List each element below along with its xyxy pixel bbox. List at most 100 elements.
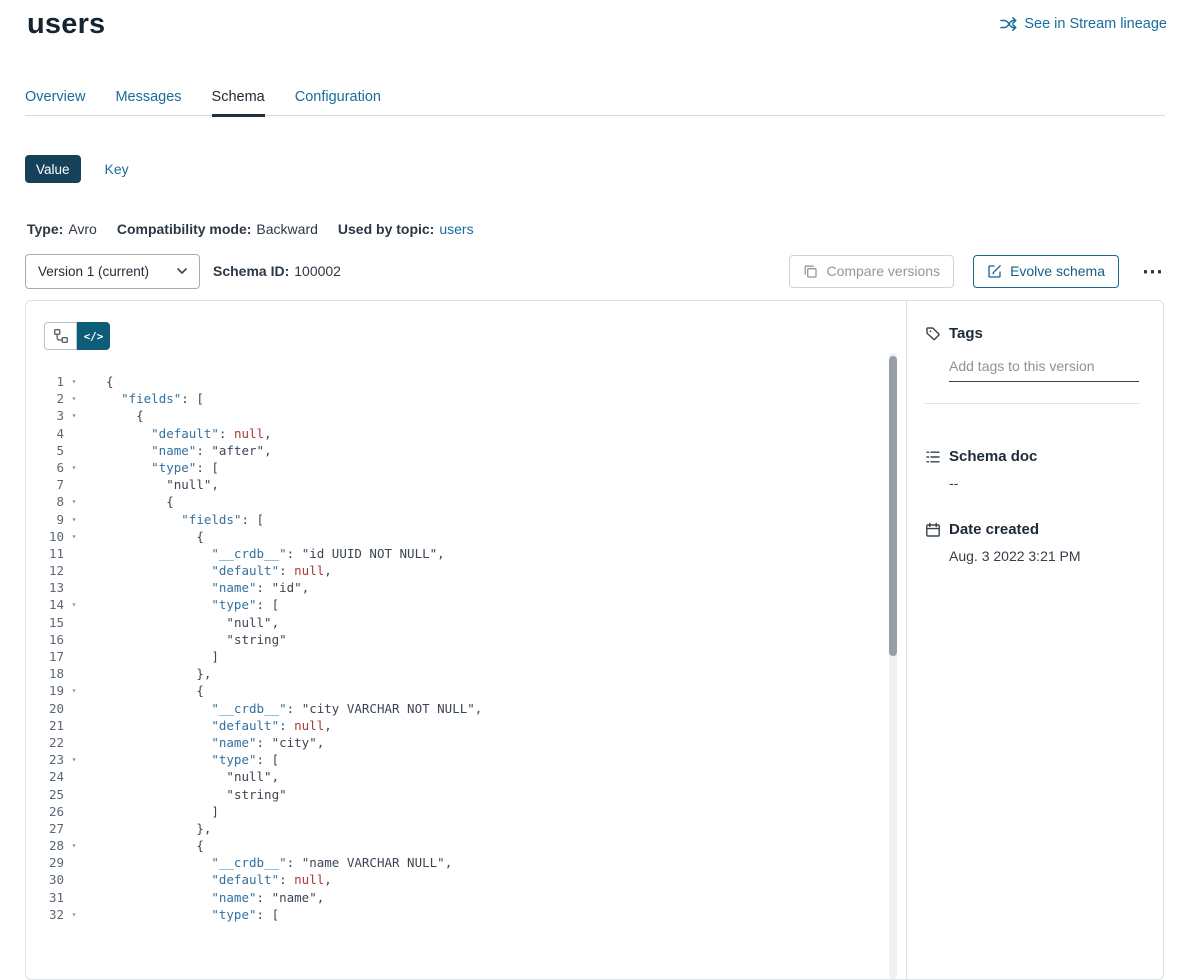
tab-schema[interactable]: Schema [212, 89, 265, 117]
line-number: 8 [26, 493, 64, 510]
date-created-section: Date created Aug. 3 2022 3:21 PM [925, 521, 1139, 564]
code-text: "__crdb__": "name VARCHAR NULL", [81, 854, 452, 871]
code-text: "__crdb__": "city VARCHAR NOT NULL", [81, 700, 482, 717]
code-line: 9▾ "fields": [ [26, 511, 886, 528]
fold-spacer [67, 820, 81, 837]
fold-spacer [67, 854, 81, 871]
stream-lineage-label: See in Stream lineage [1024, 16, 1167, 32]
fold-toggle-icon[interactable]: ▾ [67, 407, 81, 424]
code-line: 18 }, [26, 665, 886, 682]
fold-toggle-icon[interactable]: ▾ [67, 682, 81, 699]
fold-toggle-icon[interactable]: ▾ [67, 511, 81, 528]
version-bar-actions: Compare versions Evolve schema ⋯ [789, 255, 1167, 288]
fold-spacer [67, 648, 81, 665]
tab-overview[interactable]: Overview [25, 89, 85, 117]
compatibility-mode-label: Compatibility mode: [117, 221, 252, 237]
code-text: "string" [81, 786, 287, 803]
fold-spacer [67, 425, 81, 442]
code-text: "name": "name", [81, 889, 324, 906]
code-lines: 1▾{2▾ "fields": [3▾ {4 "default": null,5… [26, 373, 886, 923]
code-view-button[interactable]: </> [77, 322, 110, 350]
line-number: 31 [26, 889, 64, 906]
fold-spacer [67, 786, 81, 803]
schema-code-editor: </> 1▾{2▾ "fields": [3▾ {4 "default": nu… [26, 301, 907, 979]
compare-versions-icon [803, 264, 818, 279]
tree-view-button[interactable] [44, 322, 77, 350]
schema-doc-heading-label: Schema doc [949, 448, 1037, 465]
code-view-icon: </> [84, 330, 104, 343]
evolve-schema-icon [987, 264, 1002, 279]
code-line: 13 "name": "id", [26, 579, 886, 596]
code-line: 25 "string" [26, 786, 886, 803]
code-line: 1▾{ [26, 373, 886, 390]
line-number: 24 [26, 768, 64, 785]
line-number: 19 [26, 682, 64, 699]
tab-configuration[interactable]: Configuration [295, 89, 381, 117]
code-line: 4 "default": null, [26, 425, 886, 442]
schema-part-toggle: Value Key [25, 155, 129, 183]
key-toggle-button[interactable]: Key [105, 161, 129, 177]
tags-input[interactable] [949, 358, 1139, 382]
value-toggle-button[interactable]: Value [25, 155, 81, 183]
line-number: 20 [26, 700, 64, 717]
code-text: { [81, 837, 204, 854]
code-text: "fields": [ [81, 511, 264, 528]
scrollbar-track [889, 353, 897, 979]
stream-lineage-link[interactable]: See in Stream lineage [1000, 16, 1167, 32]
code-line: 27 }, [26, 820, 886, 837]
fold-spacer [67, 665, 81, 682]
code-text: "type": [ [81, 751, 279, 768]
line-number: 25 [26, 786, 64, 803]
line-number: 13 [26, 579, 64, 596]
fold-toggle-icon[interactable]: ▾ [67, 390, 81, 407]
schema-meta-row: Type: Avro Compatibility mode: Backward … [27, 221, 474, 237]
line-number: 18 [26, 665, 64, 682]
schema-panel: </> 1▾{2▾ "fields": [3▾ {4 "default": nu… [25, 300, 1164, 980]
version-select[interactable]: Version 1 (current) [25, 254, 200, 289]
compatibility-mode-value: Backward [256, 221, 317, 237]
code-text: }, [81, 820, 211, 837]
scrollbar-thumb[interactable] [889, 356, 897, 656]
used-by-topic-label: Used by topic: [338, 221, 434, 237]
schema-type-label: Type: [27, 221, 63, 237]
fold-spacer [67, 871, 81, 888]
fold-toggle-icon[interactable]: ▾ [67, 373, 81, 390]
code-line: 19▾ { [26, 682, 886, 699]
line-number: 9 [26, 511, 64, 528]
fold-toggle-icon[interactable]: ▾ [67, 528, 81, 545]
fold-toggle-icon[interactable]: ▾ [67, 493, 81, 510]
fold-spacer [67, 631, 81, 648]
topic-link[interactable]: users [439, 221, 473, 237]
line-number: 11 [26, 545, 64, 562]
fold-spacer [67, 614, 81, 631]
schema-type-value: Avro [68, 221, 97, 237]
code-line: 17 ] [26, 648, 886, 665]
compare-versions-button[interactable]: Compare versions [789, 255, 954, 288]
fold-toggle-icon[interactable]: ▾ [67, 596, 81, 613]
code-line: 29 "__crdb__": "name VARCHAR NULL", [26, 854, 886, 871]
fold-toggle-icon[interactable]: ▾ [67, 459, 81, 476]
code-line: 3▾ { [26, 407, 886, 424]
code-text: "__crdb__": "id UUID NOT NULL", [81, 545, 445, 562]
tags-section: Tags [925, 325, 1139, 404]
code-text: "name": "city", [81, 734, 324, 751]
line-number: 2 [26, 390, 64, 407]
line-number: 3 [26, 407, 64, 424]
code-line: 24 "null", [26, 768, 886, 785]
fold-toggle-icon[interactable]: ▾ [67, 751, 81, 768]
code-line: 2▾ "fields": [ [26, 390, 886, 407]
more-actions-button[interactable]: ⋯ [1138, 261, 1167, 282]
code-text: { [81, 682, 204, 699]
evolve-schema-button[interactable]: Evolve schema [973, 255, 1119, 288]
tab-messages[interactable]: Messages [115, 89, 181, 117]
code-text: { [81, 493, 174, 510]
code-line: 26 ] [26, 803, 886, 820]
line-number: 17 [26, 648, 64, 665]
code-text: "null", [81, 476, 219, 493]
code-line: 7 "null", [26, 476, 886, 493]
code-line: 20 "__crdb__": "city VARCHAR NOT NULL", [26, 700, 886, 717]
fold-toggle-icon[interactable]: ▾ [67, 906, 81, 923]
fold-toggle-icon[interactable]: ▾ [67, 837, 81, 854]
code-line: 32▾ "type": [ [26, 906, 886, 923]
line-number: 5 [26, 442, 64, 459]
